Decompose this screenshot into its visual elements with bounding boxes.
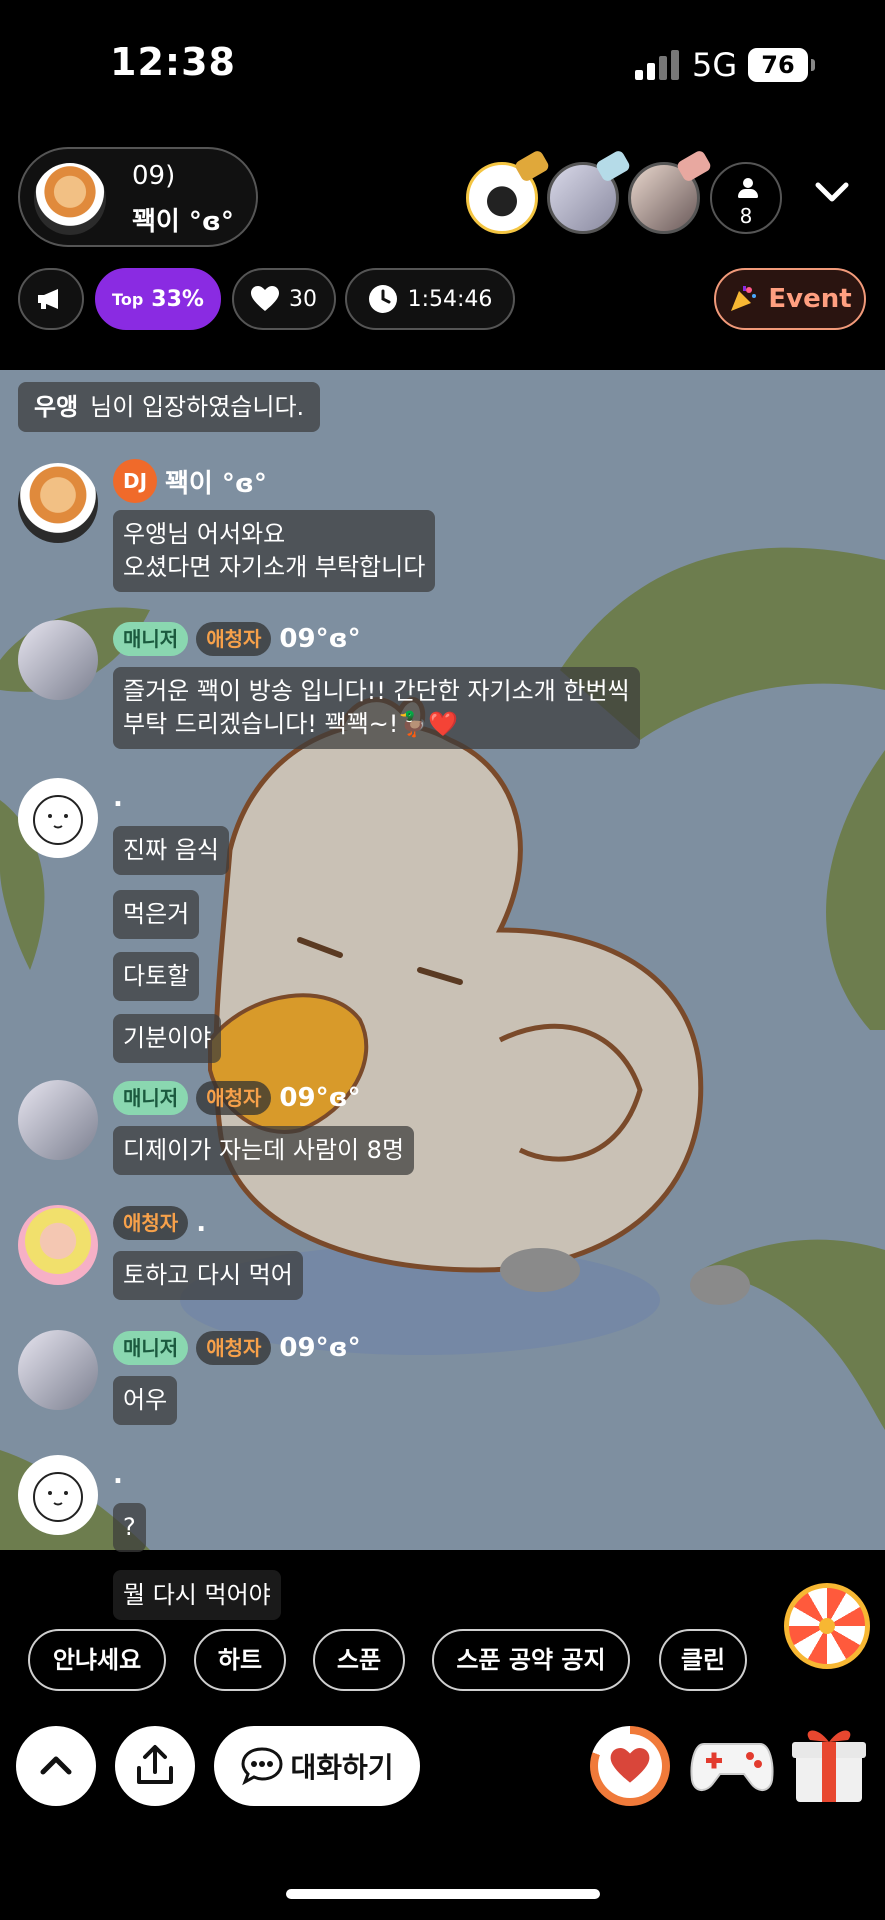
signal-icon bbox=[635, 50, 679, 80]
rank-value: 33% bbox=[151, 286, 204, 312]
top-viewer-avatar-3[interactable] bbox=[628, 148, 713, 234]
rank-badge-icon bbox=[594, 148, 632, 184]
chat-bubble: 어우 bbox=[113, 1376, 178, 1425]
viewer-count-button[interactable]: 8 bbox=[710, 162, 782, 234]
chat-bubble: 진짜 음식 bbox=[113, 826, 229, 875]
chat-bubble: 우앵님 어서와요 오셨다면 자기소개 부탁합니다 bbox=[113, 510, 436, 592]
like-button[interactable] bbox=[590, 1726, 670, 1806]
chat-avatar[interactable] bbox=[18, 620, 98, 700]
chat-input-button[interactable]: 대화하기 bbox=[214, 1726, 420, 1806]
chat-username[interactable]: 꽥이 °ɞ° bbox=[165, 463, 267, 500]
chat-username[interactable]: 09°ɞ° bbox=[279, 624, 360, 654]
host-name: 꽥이 °ɞ° bbox=[132, 207, 234, 237]
top-viewer-avatar-2[interactable] bbox=[547, 148, 632, 234]
bear-face-icon bbox=[33, 1472, 83, 1522]
expand-up-button[interactable] bbox=[16, 1726, 96, 1806]
elapsed-time: 1:54:46 bbox=[407, 286, 493, 312]
chat-name-row: 매니저 애청자 09°ɞ° bbox=[113, 1330, 361, 1366]
chat-button-label: 대화하기 bbox=[290, 1751, 394, 1784]
roulette-wheel-icon[interactable] bbox=[784, 1583, 870, 1669]
quick-reply-button[interactable]: 하트 bbox=[194, 1629, 286, 1691]
chat-avatar[interactable] bbox=[18, 1455, 98, 1535]
system-text: 님이 입장하였습니다. bbox=[90, 393, 305, 421]
chat-username[interactable]: . bbox=[113, 783, 123, 813]
rank-badge-icon bbox=[675, 148, 713, 184]
event-button[interactable]: Event bbox=[714, 268, 866, 330]
viewer-count: 8 bbox=[739, 204, 753, 228]
chat-bubble: 다토할 bbox=[113, 952, 200, 1001]
chevron-down-icon[interactable] bbox=[812, 172, 852, 212]
fan-badge: 애청자 bbox=[196, 1081, 272, 1115]
elapsed-time-pill: 1:54:46 bbox=[345, 268, 515, 330]
chat-name-row: 매니저 애청자 09°ɞ° bbox=[113, 621, 361, 657]
rank-pill[interactable]: Top 33% bbox=[95, 268, 221, 330]
gamepad-icon[interactable] bbox=[690, 1734, 774, 1798]
host-profile-card[interactable]: 09) 꽥이 °ɞ° bbox=[18, 147, 258, 247]
manager-badge: 매니저 bbox=[113, 1331, 189, 1365]
chat-bubble-icon bbox=[241, 1747, 283, 1786]
chat-username[interactable]: 09°ɞ° bbox=[279, 1083, 360, 1113]
chat-bubble: 기분이야 bbox=[113, 1014, 222, 1063]
likes-count: 30 bbox=[289, 286, 317, 312]
heart-icon bbox=[610, 1748, 650, 1783]
quick-reply-button[interactable]: 안냐세요 bbox=[28, 1629, 166, 1691]
quick-reply-button[interactable]: 클린 bbox=[659, 1629, 747, 1691]
person-icon bbox=[738, 178, 758, 198]
manager-badge: 매니저 bbox=[113, 1081, 189, 1115]
quick-reply-button[interactable]: 스푼 bbox=[313, 1629, 405, 1691]
network-type: 5G bbox=[692, 46, 738, 84]
chat-avatar[interactable] bbox=[18, 1330, 98, 1410]
chat-bubble: 먹은거 bbox=[113, 890, 200, 939]
share-button[interactable] bbox=[115, 1726, 195, 1806]
share-icon bbox=[137, 1745, 173, 1784]
chat-bubble: 디제이가 자는데 사람이 8명 bbox=[113, 1126, 415, 1175]
party-popper-icon bbox=[731, 286, 757, 311]
clock-icon bbox=[368, 285, 397, 313]
chat-name-row: DJ 꽥이 °ɞ° bbox=[113, 459, 267, 503]
chat-username[interactable]: . bbox=[113, 1460, 123, 1490]
top-viewer-avatar-1[interactable] bbox=[466, 148, 551, 234]
chat-name-row: . bbox=[113, 780, 123, 816]
chat-avatar[interactable] bbox=[18, 778, 98, 858]
megaphone-icon bbox=[38, 289, 58, 309]
gift-icon[interactable] bbox=[790, 1722, 868, 1804]
status-time: 12:38 bbox=[110, 40, 236, 84]
chevron-up-icon bbox=[40, 1756, 72, 1775]
announce-button[interactable] bbox=[18, 268, 84, 330]
likes-pill[interactable]: 30 bbox=[232, 268, 336, 330]
rank-badge-icon bbox=[513, 148, 551, 184]
chat-avatar[interactable] bbox=[18, 1080, 98, 1160]
chat-bubble: 즐거운 꽥이 방송 입니다!! 간단한 자기소개 한번씩 부탁 드리겠습니다! … bbox=[113, 667, 640, 749]
system-join-message: 우앵 님이 입장하였습니다. bbox=[18, 382, 321, 432]
fan-badge: 애청자 bbox=[113, 1206, 189, 1240]
quick-reply-button[interactable]: 스푼 공약 공지 bbox=[432, 1629, 630, 1691]
event-label: Event bbox=[768, 284, 852, 314]
chat-name-row: . bbox=[113, 1457, 123, 1493]
fan-badge: 애청자 bbox=[196, 622, 272, 656]
rank-label: Top bbox=[112, 289, 144, 309]
host-subtitle: 09) bbox=[132, 161, 176, 191]
chat-avatar[interactable] bbox=[18, 1205, 98, 1285]
latest-message: 뭘 다시 먹어야 bbox=[113, 1570, 281, 1620]
chat-name-row: 매니저 애청자 09°ɞ° bbox=[113, 1080, 361, 1116]
chat-avatar[interactable] bbox=[18, 463, 98, 543]
chat-bubble: ? bbox=[113, 1503, 146, 1552]
bear-face-icon bbox=[33, 795, 83, 845]
chat-bubble: 토하고 다시 먹어 bbox=[113, 1251, 303, 1300]
manager-badge: 매니저 bbox=[113, 622, 189, 656]
fan-badge: 애청자 bbox=[196, 1331, 272, 1365]
chat-username[interactable]: 09°ɞ° bbox=[279, 1333, 360, 1363]
home-indicator[interactable] bbox=[286, 1889, 600, 1899]
dj-badge: DJ bbox=[113, 459, 157, 503]
battery-icon: 76 bbox=[748, 48, 815, 82]
heart-icon bbox=[251, 286, 279, 311]
status-bar: 12:38 5G 76 bbox=[0, 0, 885, 130]
chat-name-row: 애청자 . bbox=[113, 1205, 206, 1241]
chat-username[interactable]: . bbox=[196, 1208, 206, 1238]
host-avatar[interactable] bbox=[34, 163, 106, 235]
system-user: 우앵 bbox=[34, 393, 79, 421]
